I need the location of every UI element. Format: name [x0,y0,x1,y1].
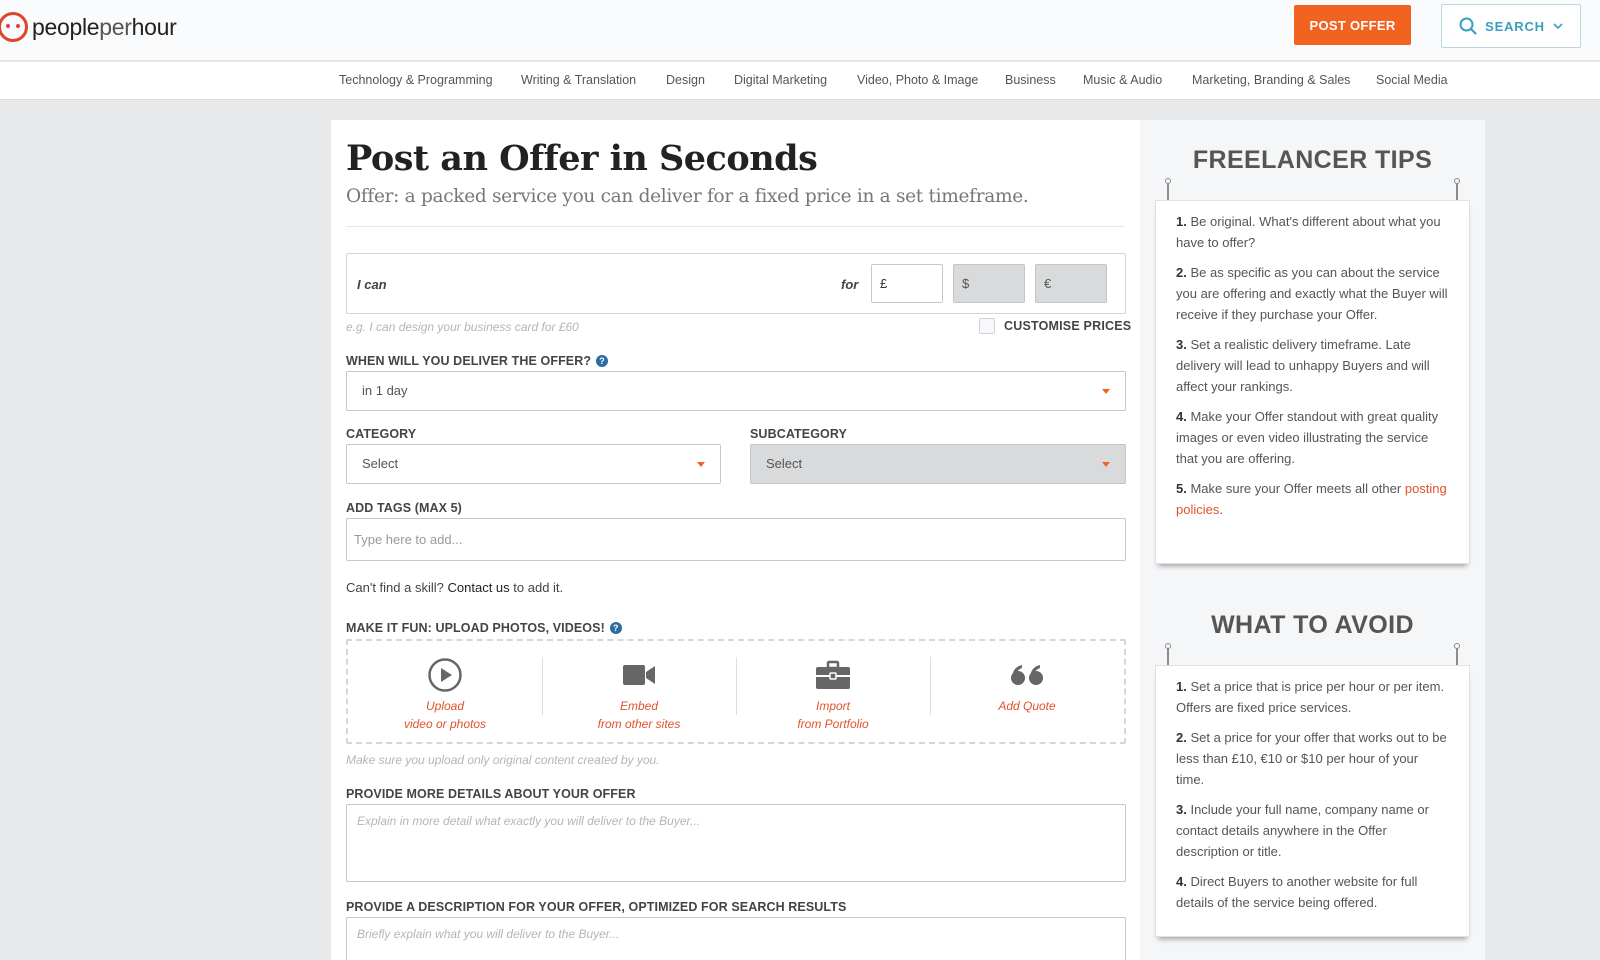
subcategory-select[interactable]: Select [750,444,1126,484]
logo-text-per: per [99,13,132,40]
avoid-item: 2. Set a price for your offer that works… [1176,730,1447,787]
for-label: for [841,277,859,292]
ican-field[interactable]: I can for £ $ € [346,253,1126,314]
page-subtitle: Offer: a packed service you can deliver … [346,186,1029,207]
customise-prices-label: CUSTOMISE PRICES [1004,319,1132,333]
category-label: CATEGORY [346,427,417,441]
delivery-label: WHEN WILL YOU DELIVER THE OFFER?? [346,354,609,368]
contact-us-link[interactable]: Contact us [448,580,510,595]
upload-video-photos-button[interactable]: Upload video or photos [348,641,542,742]
nav-technology-programming[interactable]: Technology & Programming [339,73,493,87]
tags-label: ADD TAGS (MAX 5) [346,501,462,515]
nav-writing-translation[interactable]: Writing & Translation [521,73,636,87]
logo-face-icon [0,12,28,42]
what-to-avoid-title: WHAT TO AVOID [1211,611,1414,639]
search-button[interactable]: SEARCH [1441,4,1581,48]
nav-digital-marketing[interactable]: Digital Marketing [734,73,827,87]
quote-icon [1011,665,1043,685]
embed-from-sites-button[interactable]: Embed from other sites [542,641,736,742]
nav-social-media[interactable]: Social Media [1376,73,1448,87]
ican-hint: e.g. I can design your business card for… [346,320,579,334]
ican-label: I can [357,277,387,292]
post-offer-button[interactable]: POST OFFER [1294,5,1411,45]
customise-prices-checkbox[interactable] [979,318,995,334]
nav-music-audio[interactable]: Music & Audio [1083,73,1162,87]
avoid-item: 3. Include your full name, company name … [1176,802,1429,859]
details-label: PROVIDE MORE DETAILS ABOUT YOUR OFFER [346,787,636,801]
avoid-item: 1. Set a price that is price per hour or… [1176,679,1445,715]
tip-item: 5. Make sure your Offer meets all other … [1176,481,1447,517]
tip-item: 1. Be original. What's different about w… [1176,214,1441,250]
nav-business[interactable]: Business [1005,73,1056,87]
what-to-avoid-card: 1. Set a price that is price per hour or… [1155,665,1470,937]
nav-design[interactable]: Design [666,73,705,87]
details-textarea[interactable]: Explain in more detail what exactly you … [346,804,1126,882]
description-textarea[interactable]: Briefly explain what you will deliver to… [346,917,1126,960]
caret-down-icon [1102,389,1110,394]
price-gbp-input[interactable]: £ [871,264,943,303]
add-quote-button[interactable]: Add Quote [930,641,1124,742]
caret-down-icon [697,462,705,467]
help-icon[interactable]: ? [609,622,622,634]
skill-help-text: Can't find a skill? Contact us to add it… [346,580,564,595]
avoid-item: 4. Direct Buyers to another website for … [1176,874,1418,910]
video-camera-icon [623,665,655,685]
price-eur-input[interactable]: € [1035,264,1107,303]
caret-down-icon [1102,462,1110,467]
price-usd-input[interactable]: $ [953,264,1025,303]
freelancer-tips-card: 1. Be original. What's different about w… [1155,200,1470,564]
chevron-down-icon [1553,23,1563,30]
category-nav: Technology & Programming Writing & Trans… [0,62,1600,100]
tip-item: 4. Make your Offer standout with great q… [1176,409,1439,466]
search-icon [1459,17,1477,35]
logo[interactable]: peopleperhour [0,11,177,43]
nav-video-photo-image[interactable]: Video, Photo & Image [857,73,978,87]
tip-item: 3. Set a realistic delivery timeframe. L… [1176,337,1430,394]
title-divider [346,226,1125,227]
subcategory-label: SUBCATEGORY [750,427,847,441]
upload-hint: Make sure you upload only original conte… [346,753,660,767]
tags-input[interactable]: Type here to add... [346,518,1126,561]
freelancer-tips-title: FREELANCER TIPS [1192,146,1433,174]
help-icon[interactable]: ? [596,355,609,367]
briefcase-icon [816,660,850,689]
delivery-select[interactable]: in 1 day [346,371,1126,411]
category-select[interactable]: Select [346,444,721,484]
logo-text-people: people [32,13,100,40]
page-title: Post an Offer in Seconds [346,138,818,179]
description-label: PROVIDE A DESCRIPTION FOR YOUR OFFER, OP… [346,900,847,914]
play-circle-icon [428,658,462,692]
nav-marketing-branding-sales[interactable]: Marketing, Branding & Sales [1192,73,1350,87]
upload-label: MAKE IT FUN: UPLOAD PHOTOS, VIDEOS!? [346,621,622,635]
customise-prices[interactable]: CUSTOMISE PRICES [979,318,1131,334]
upload-zone: Upload video or photos Embed from other si… [346,639,1126,744]
logo-text-hour: hour [131,13,177,40]
site-header: peopleperhour POST OFFER SEARCH [0,0,1600,61]
tip-item: 2. Be as specific as you can about the s… [1176,265,1448,322]
sidebar: FREELANCER TIPS 1. Be original. What's d… [1140,120,1485,960]
post-offer-form: Post an Offer in Seconds Offer: a packed… [331,120,1140,960]
import-portfolio-button[interactable]: Import from Portfolio [736,641,930,742]
search-label: SEARCH [1485,18,1545,34]
